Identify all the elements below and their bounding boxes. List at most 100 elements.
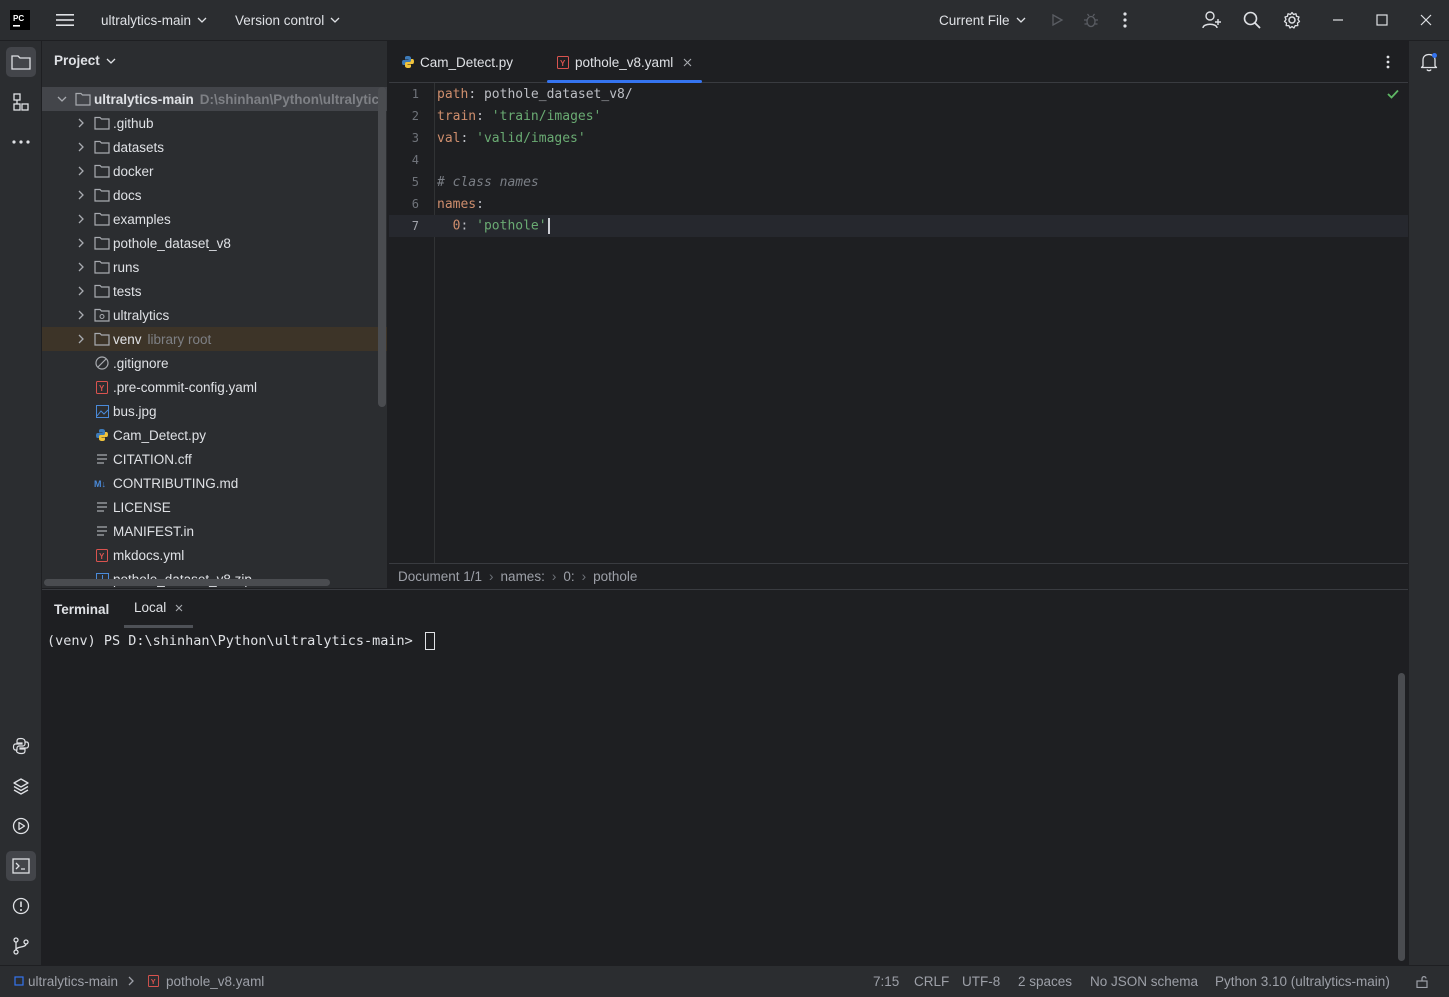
- python-packages-button[interactable]: [6, 771, 36, 801]
- project-panel-title: Project: [54, 53, 100, 68]
- tree-root-item[interactable]: ultralytics-main D:\shinhan\Python\ultral…: [42, 87, 387, 111]
- breadcrumb-item[interactable]: names:: [501, 569, 545, 584]
- current-code-line[interactable]: 7 0: 'pothole': [389, 215, 1408, 237]
- tree-file-item[interactable]: LICENSE: [42, 495, 387, 519]
- search-icon[interactable]: [1238, 6, 1266, 34]
- breadcrumb-item[interactable]: pothole: [593, 569, 637, 584]
- structure-tool-button[interactable]: [6, 87, 36, 117]
- tree-file-item[interactable]: MANIFEST.in: [42, 519, 387, 543]
- terminal-tool-button[interactable]: [6, 851, 36, 881]
- tree-folder-item[interactable]: pothole_dataset_v8: [42, 231, 387, 255]
- no-problems-check-icon[interactable]: [1387, 89, 1399, 99]
- pycharm-logo-icon[interactable]: PC: [6, 6, 34, 34]
- line-number: 2: [411, 109, 419, 123]
- tree-folder-item[interactable]: ultralytics: [42, 303, 387, 327]
- maximize-icon[interactable]: [1368, 6, 1396, 34]
- tree-folder-item[interactable]: docker: [42, 159, 387, 183]
- caret-position[interactable]: 7:15: [873, 966, 899, 996]
- vcs-selector[interactable]: Version control: [235, 0, 340, 40]
- line-separator[interactable]: CRLF: [914, 966, 949, 996]
- chevron-right-icon[interactable]: [75, 237, 87, 249]
- more-actions-icon[interactable]: [1111, 6, 1139, 34]
- terminal-output[interactable]: (venv) PS D:\shinhan\Python\ultralytics-…: [47, 632, 435, 650]
- tree-folder-item[interactable]: venv library root: [42, 327, 387, 351]
- tree-folder-item[interactable]: runs: [42, 255, 387, 279]
- chevron-down-icon[interactable]: [56, 93, 68, 105]
- chevron-right-icon[interactable]: [75, 309, 87, 321]
- code-line[interactable]: 1 path: pothole_dataset_v8/: [389, 83, 1408, 105]
- tab-options-icon[interactable]: [1374, 48, 1402, 76]
- code-line[interactable]: 3 val: 'valid/images': [389, 127, 1408, 149]
- chevron-right-icon[interactable]: [75, 117, 87, 129]
- problems-icon: [12, 897, 30, 915]
- more-tools-button[interactable]: [6, 127, 36, 157]
- svg-text:M↓: M↓: [94, 479, 106, 489]
- tree-item-label: mkdocs.yml: [113, 547, 185, 563]
- minimize-icon[interactable]: [1324, 6, 1352, 34]
- project-tool-button[interactable]: [6, 47, 36, 77]
- file-encoding[interactable]: UTF-8: [962, 966, 1000, 996]
- python-interpreter[interactable]: Python 3.10 (ultralytics-main): [1215, 966, 1390, 996]
- tab-pothole-yaml[interactable]: Y pothole_v8.yaml: [547, 41, 703, 83]
- unlock-icon[interactable]: [1416, 966, 1428, 996]
- vertical-scrollbar[interactable]: [378, 87, 386, 407]
- tree-file-item[interactable]: Cam_Detect.py: [42, 423, 387, 447]
- services-button[interactable]: [6, 811, 36, 841]
- tree-folder-item[interactable]: datasets: [42, 135, 387, 159]
- tree-folder-item[interactable]: examples: [42, 207, 387, 231]
- chevron-right-icon[interactable]: [75, 285, 87, 297]
- code-line[interactable]: 4: [389, 149, 1408, 171]
- tab-cam-detect[interactable]: Cam_Detect.py: [401, 41, 513, 83]
- tree-file-item[interactable]: Ymkdocs.yml: [42, 543, 387, 567]
- close-window-icon[interactable]: [1412, 6, 1440, 34]
- debug-icon[interactable]: [1077, 6, 1105, 34]
- tree-folder-item[interactable]: docs: [42, 183, 387, 207]
- close-tab-icon[interactable]: [175, 604, 183, 612]
- yaml-colon: :: [468, 86, 484, 102]
- problems-tool-button[interactable]: [6, 891, 36, 921]
- chevron-right-icon[interactable]: [75, 141, 87, 153]
- terminal-tab-local[interactable]: Local: [124, 590, 194, 628]
- project-view-selector[interactable]: Project: [54, 53, 116, 68]
- status-file[interactable]: Y pothole_v8.yaml: [148, 966, 264, 996]
- tree-file-item[interactable]: M↓ CONTRIBUTING.md: [42, 471, 387, 495]
- yaml-string: 'valid/images': [476, 130, 586, 146]
- project-selector[interactable]: ultralytics-main: [101, 0, 207, 40]
- horizontal-scrollbar[interactable]: [44, 579, 330, 586]
- svg-text:Y: Y: [99, 552, 105, 561]
- chevron-down-icon: [106, 58, 116, 64]
- breadcrumb-item[interactable]: 0:: [563, 569, 574, 584]
- tree-file-item[interactable]: bus.jpg: [42, 399, 387, 423]
- terminal-scrollbar[interactable]: [1398, 673, 1405, 961]
- chevron-right-icon[interactable]: [75, 333, 87, 345]
- chevron-right-icon[interactable]: [75, 213, 87, 225]
- code-line[interactable]: 2 train: 'train/images': [389, 105, 1408, 127]
- indent-setting[interactable]: 2 spaces: [1018, 966, 1072, 996]
- code-line[interactable]: 5 # class names: [389, 171, 1408, 193]
- settings-gear-icon[interactable]: [1278, 6, 1306, 34]
- tree-file-item[interactable]: .gitignore: [42, 351, 387, 375]
- git-tool-button[interactable]: [6, 931, 36, 961]
- add-user-icon[interactable]: [1198, 6, 1226, 34]
- chevron-right-icon[interactable]: [75, 261, 87, 273]
- status-project[interactable]: ultralytics-main: [14, 966, 118, 996]
- breadcrumb-item[interactable]: Document 1/1: [398, 569, 482, 584]
- chevron-right-icon[interactable]: [75, 189, 87, 201]
- folder-icon: [94, 163, 110, 179]
- main-menu-icon[interactable]: [51, 6, 79, 34]
- yaml-colon: :: [460, 218, 477, 234]
- code-line[interactable]: 6 names:: [389, 193, 1408, 215]
- gitignore-icon: [94, 355, 110, 371]
- python-console-button[interactable]: [6, 731, 36, 761]
- run-icon[interactable]: [1043, 6, 1071, 34]
- tree-folder-item[interactable]: tests: [42, 279, 387, 303]
- tree-folder-item[interactable]: .github: [42, 111, 387, 135]
- json-schema[interactable]: No JSON schema: [1090, 966, 1198, 996]
- tree-file-item[interactable]: Y .pre-commit-config.yaml: [42, 375, 387, 399]
- tree-file-item[interactable]: CITATION.cff: [42, 447, 387, 471]
- close-tab-icon[interactable]: [683, 58, 692, 67]
- run-config-selector[interactable]: Current File: [939, 0, 1026, 40]
- notifications-button[interactable]: [1414, 47, 1444, 77]
- chevron-right-icon[interactable]: [75, 165, 87, 177]
- module-icon: [14, 976, 24, 986]
